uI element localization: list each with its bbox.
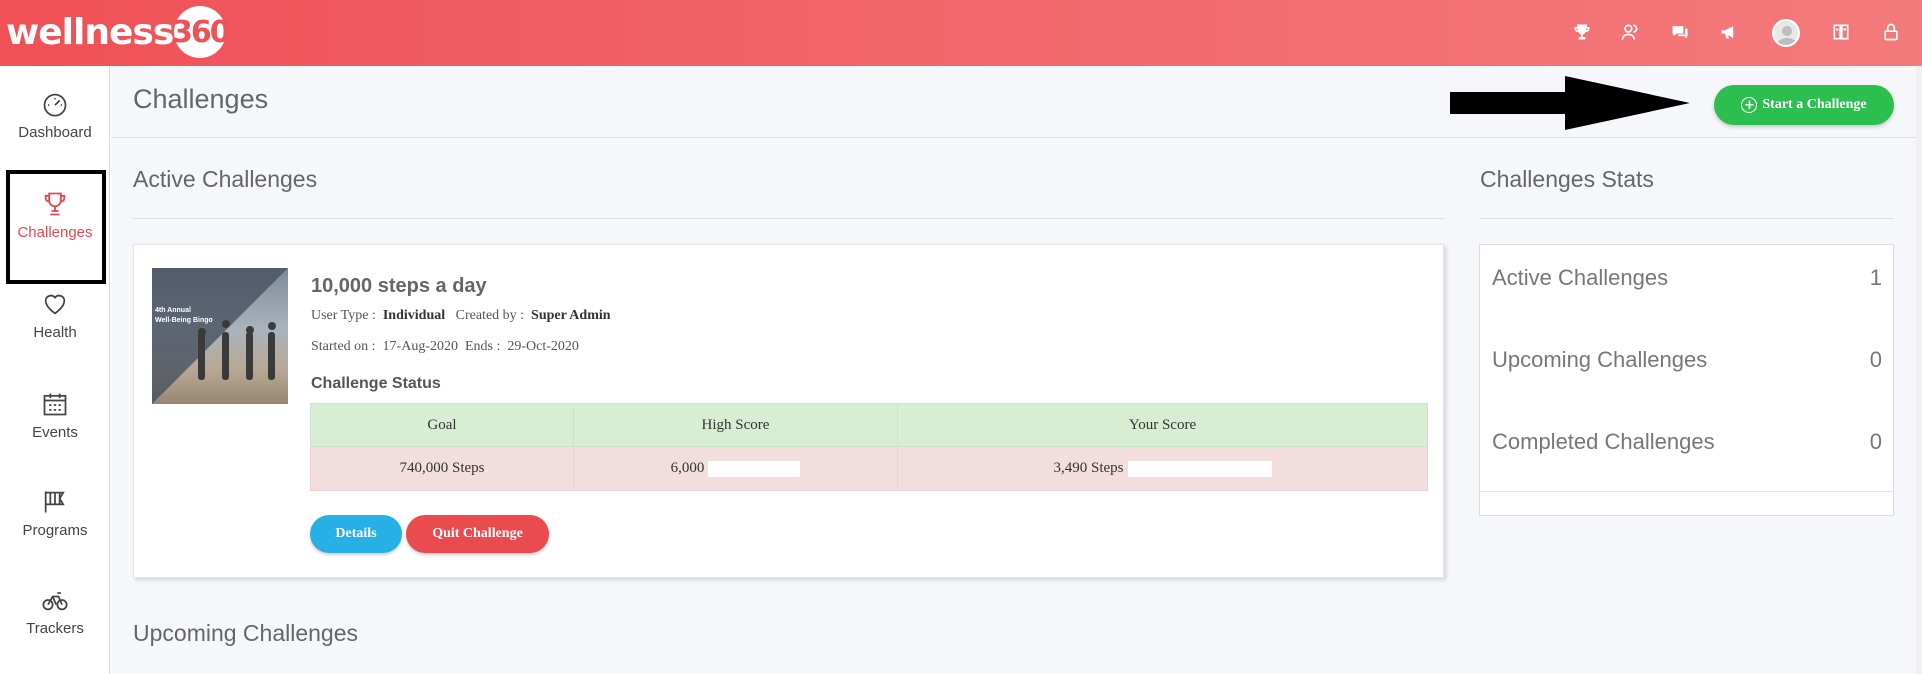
challenge-image: 4th Annual Well-Being Bingo: [152, 268, 288, 404]
quit-challenge-button[interactable]: Quit Challenge: [406, 515, 549, 553]
book-icon[interactable]: [1827, 18, 1855, 46]
challenge-card: 4th Annual Well-Being Bingo 10,000 steps…: [133, 244, 1444, 578]
heart-icon: [44, 294, 66, 314]
stats-panel: Active Challenges 1 Upcoming Challenges …: [1479, 244, 1894, 516]
sidebar-item-label: Programs: [22, 521, 88, 539]
created-by-label: Created by :: [455, 308, 525, 323]
redaction: [1127, 460, 1272, 477]
start-challenge-label: Start a Challenge: [1762, 97, 1867, 112]
stats-row-active: Active Challenges 1: [1492, 258, 1882, 298]
scrollbar[interactable]: [1916, 66, 1922, 674]
table-header-your-score: Your Score: [897, 403, 1428, 447]
challenge-status-table: Goal High Score Your Score 740,000 Steps…: [310, 403, 1428, 491]
redaction: [708, 460, 801, 477]
sidebar-item-label: Dashboard: [18, 123, 92, 141]
stats-label: Upcoming Challenges: [1492, 347, 1708, 372]
ends-value: 29-Oct-2020: [507, 339, 579, 354]
thumb-caption: Well-Being Bingo: [155, 317, 213, 324]
stats-value: 1: [1869, 265, 1882, 290]
table-header-high-score: High Score: [573, 403, 898, 447]
megaphone-icon[interactable]: [1715, 18, 1743, 46]
challenge-title: 10,000 steps a day: [311, 275, 487, 297]
speedometer-icon: [43, 93, 67, 117]
chat-icon[interactable]: [1666, 18, 1694, 46]
sidebar-item-label: Health: [33, 323, 77, 341]
stats-value: 0: [1869, 429, 1882, 454]
sidebar-item-health[interactable]: Health: [0, 266, 110, 364]
challenge-meta-row2: Started on : 17-Aug-2020 Ends : 29-Oct-2…: [311, 339, 579, 355]
sidebar-item-label: Trackers: [26, 619, 84, 637]
sidebar-item-label: Events: [32, 423, 78, 441]
started-value: 17-Aug-2020: [382, 339, 458, 354]
ends-label: Ends :: [464, 339, 501, 354]
user-type-value: Individual: [382, 308, 446, 323]
challenge-meta-row1: User Type : Individual Created by : Supe…: [311, 308, 618, 324]
details-button[interactable]: Details: [310, 515, 402, 553]
plus-circle-icon: +: [1741, 97, 1758, 113]
table-row: 740,000 Steps 6,000 3,490 Steps: [310, 446, 1428, 491]
user-type-label: User Type :: [311, 308, 376, 323]
lock-icon[interactable]: [1877, 18, 1905, 46]
main-content: Challenges + Start a Challenge Active Ch…: [111, 66, 1922, 674]
stats-row-upcoming: Upcoming Challenges 0: [1492, 340, 1882, 380]
page-header: Challenges + Start a Challenge: [111, 66, 1922, 138]
flag-icon: [44, 491, 65, 512]
sidebar-item-trackers[interactable]: Trackers: [0, 562, 110, 660]
sidebar-item-challenges[interactable]: Challenges: [0, 166, 110, 284]
active-challenges-heading: Active Challenges: [133, 166, 318, 192]
goal-value: 740,000 Steps: [399, 460, 485, 476]
stats-label: Active Challenges: [1492, 265, 1669, 290]
page-title: Challenges: [133, 84, 269, 114]
divider: [1480, 218, 1894, 219]
started-label: Started on :: [311, 339, 376, 354]
high-score-value: 6,000: [670, 460, 705, 476]
challenge-status-heading: Challenge Status: [311, 375, 441, 392]
sidebar-item-programs[interactable]: Programs: [0, 464, 110, 562]
your-score-value: 3,490 Steps: [1053, 460, 1124, 476]
divider: [133, 218, 1445, 219]
stats-value: 0: [1869, 347, 1882, 372]
top-icons: [0, 0, 1922, 66]
trophy-icon[interactable]: [1568, 18, 1596, 46]
sidebar: Dashboard Challenges Health Events Progr…: [0, 66, 110, 674]
divider: [1480, 491, 1893, 492]
stats-label: Completed Challenges: [1492, 429, 1715, 454]
thumb-caption: 4th Annual: [155, 307, 191, 314]
annotation-arrow: [1450, 76, 1690, 130]
top-bar: wellness 360: [0, 0, 1922, 66]
users-icon[interactable]: [1616, 18, 1644, 46]
table-header-goal: Goal: [310, 403, 574, 447]
challenges-stats-heading: Challenges Stats: [1480, 166, 1654, 192]
upcoming-challenges-heading: Upcoming Challenges: [133, 620, 359, 646]
sidebar-item-dashboard[interactable]: Dashboard: [0, 66, 110, 164]
avatar[interactable]: [1771, 18, 1801, 48]
bicycle-icon: [42, 591, 68, 610]
sidebar-item-events[interactable]: Events: [0, 366, 110, 464]
stats-row-completed: Completed Challenges 0: [1492, 422, 1882, 462]
calendar-icon: [43, 393, 67, 415]
start-challenge-button[interactable]: + Start a Challenge: [1714, 85, 1894, 125]
created-by-value: Super Admin: [531, 308, 611, 323]
